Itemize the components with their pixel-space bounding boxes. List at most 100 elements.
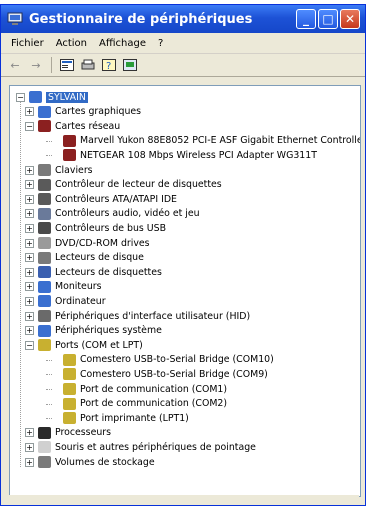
port-icon <box>63 368 76 381</box>
tree-item-volumes-de-stockage[interactable]: + Volumes de stockage <box>25 455 155 469</box>
cpu-icon <box>38 426 51 439</box>
expand-icon[interactable]: + <box>25 107 34 117</box>
print-icon[interactable] <box>80 57 96 73</box>
tree-item-p-riph-riques-d-interface-utilisateur-hi[interactable]: + Périphériques d'interface utilisateur (… <box>25 309 250 323</box>
status-bar <box>9 495 359 505</box>
tree-connector-line <box>46 418 52 420</box>
menu-bar: Fichier Action Affichage ? <box>1 33 365 54</box>
expand-icon[interactable]: + <box>25 165 34 175</box>
display-icon <box>38 105 51 118</box>
computer-icon <box>38 295 51 308</box>
properties-icon[interactable] <box>59 57 75 73</box>
tree-connector-line <box>46 374 52 376</box>
tree-root[interactable]: − SYLVAIN <box>16 90 88 104</box>
mouse-icon <box>38 441 51 454</box>
expand-icon[interactable]: + <box>25 194 34 204</box>
expand-icon[interactable]: + <box>25 209 34 219</box>
tree-item-label: Contrôleurs ATA/ATAPI IDE <box>55 193 177 205</box>
monitor-icon <box>38 280 51 293</box>
tree-item-label: Moniteurs <box>55 281 102 293</box>
tree-item-dvd-cd-rom-drives[interactable]: + DVD/CD-ROM drives <box>25 236 150 250</box>
menu-action[interactable]: Action <box>50 38 93 49</box>
tree-item-comestero-usb-to-serial-bridge-com9[interactable]: Comestero USB-to-Serial Bridge (COM9) <box>50 367 268 381</box>
expand-icon[interactable]: + <box>25 253 34 263</box>
tree-item-label: Périphériques système <box>55 325 162 337</box>
tree-connector-line <box>46 359 52 361</box>
system-icon <box>38 324 51 337</box>
forward-icon[interactable]: → <box>28 57 44 73</box>
tree-item-label: DVD/CD-ROM drives <box>55 237 150 249</box>
tree-item-p-riph-riques-syst-me[interactable]: + Périphériques système <box>25 324 162 338</box>
tree-item-contr-leurs-de-bus-usb[interactable]: + Contrôleurs de bus USB <box>25 221 166 235</box>
tree-item-ordinateur[interactable]: + Ordinateur <box>25 294 106 308</box>
tree-connector-line <box>46 140 52 142</box>
expand-icon[interactable]: + <box>25 267 34 277</box>
tree-item-cartes-r-seau[interactable]: − Cartes réseau <box>25 119 120 133</box>
tree-item-label: Comestero USB-to-Serial Bridge (COM9) <box>80 368 268 380</box>
expand-icon[interactable]: + <box>25 238 34 248</box>
maximize-button[interactable]: □ <box>318 9 338 29</box>
tree-item-contr-leurs-audio-vid-o-et-jeu[interactable]: + Contrôleurs audio, vidéo et jeu <box>25 207 200 221</box>
tree-item-lecteurs-de-disquettes[interactable]: + Lecteurs de disquettes <box>25 265 162 279</box>
scan-icon[interactable] <box>122 57 138 73</box>
collapse-icon[interactable]: − <box>16 92 25 102</box>
title-bar[interactable]: Gestionnaire de périphériques _ □ ✕ <box>1 5 365 33</box>
port-icon <box>63 412 76 425</box>
device-tree[interactable]: − SYLVAIN + Cartes graphiques − Cartes réseau… <box>9 85 361 497</box>
menu-help[interactable]: ? <box>152 38 169 49</box>
tree-item-contr-leurs-ata-atapi-ide[interactable]: + Contrôleurs ATA/ATAPI IDE <box>25 192 177 206</box>
help-icon[interactable]: ? <box>101 57 117 73</box>
expand-icon[interactable]: + <box>25 311 34 321</box>
tree-item-port-imprimante-lpt1[interactable]: Port imprimante (LPT1) <box>50 411 189 425</box>
tree-item-label: Marvell Yukon 88E8052 PCI-E ASF Gigabit … <box>80 135 361 147</box>
expand-icon[interactable]: + <box>25 326 34 336</box>
collapse-icon[interactable]: − <box>25 121 34 131</box>
tree-item-contr-leur-de-lecteur-de-disquettes[interactable]: + Contrôleur de lecteur de disquettes <box>25 178 222 192</box>
tree-item-label: Port de communication (COM2) <box>80 398 228 410</box>
expand-icon[interactable]: + <box>25 428 34 438</box>
tree-item-claviers[interactable]: + Claviers <box>25 163 93 177</box>
svg-text:?: ? <box>106 61 111 71</box>
expand-icon[interactable]: + <box>25 296 34 306</box>
tree-item-cartes-graphiques[interactable]: + Cartes graphiques <box>25 105 141 119</box>
expand-icon[interactable]: + <box>25 282 34 292</box>
tree-item-souris-et-autres-p-riph-riques-de-pointa[interactable]: + Souris et autres périphériques de point… <box>25 440 256 454</box>
minimize-button[interactable]: _ <box>296 9 316 29</box>
tree-item-lecteurs-de-disque[interactable]: + Lecteurs de disque <box>25 251 144 265</box>
usb-icon <box>38 222 51 235</box>
tree-item-netgear-108-mbps-wireless-pci-adapter-wg[interactable]: NETGEAR 108 Mbps Wireless PCI Adapter WG… <box>50 148 317 162</box>
disk-icon <box>38 251 51 264</box>
tree-item-label: Lecteurs de disque <box>55 252 144 264</box>
menu-fichier[interactable]: Fichier <box>5 38 50 49</box>
root-icon <box>29 91 42 103</box>
tree-item-label: Lecteurs de disquettes <box>55 266 162 278</box>
tree-item-label: Cartes graphiques <box>55 106 142 118</box>
tree-item-ports-com-et-lpt[interactable]: − Ports (COM et LPT) <box>25 338 143 352</box>
tree-item-comestero-usb-to-serial-bridge-com10[interactable]: Comestero USB-to-Serial Bridge (COM10) <box>50 353 274 367</box>
tree-guide-line <box>20 102 21 467</box>
tree-item-processeurs[interactable]: + Processeurs <box>25 426 111 440</box>
tree-item-port-de-communication-com1[interactable]: Port de communication (COM1) <box>50 382 227 396</box>
tree-item-marvell-yukon-88e8052-pci-e-asf-gigabit-[interactable]: Marvell Yukon 88E8052 PCI-E ASF Gigabit … <box>50 134 361 148</box>
tree-item-label: Port de communication (COM1) <box>80 383 228 395</box>
expand-icon[interactable]: + <box>25 457 34 467</box>
tree-item-label: Port imprimante (LPT1) <box>80 412 189 424</box>
toolbar-separator <box>51 57 52 73</box>
collapse-icon[interactable]: − <box>25 340 34 350</box>
expand-icon[interactable]: + <box>25 180 34 190</box>
tree-item-moniteurs[interactable]: + Moniteurs <box>25 280 102 294</box>
tree-item-port-de-communication-com2[interactable]: Port de communication (COM2) <box>50 397 227 411</box>
tree-item-label: Contrôleur de lecteur de disquettes <box>55 179 222 191</box>
keyboard-icon <box>38 164 51 176</box>
controller-icon <box>38 193 51 206</box>
expand-icon[interactable]: + <box>25 223 34 233</box>
tree-item-label: Périphériques d'interface utilisateur (H… <box>55 310 251 322</box>
cd-icon <box>38 237 51 249</box>
expand-icon[interactable]: + <box>25 442 34 452</box>
network-icon <box>63 134 76 147</box>
close-button[interactable]: ✕ <box>340 9 360 29</box>
menu-affichage[interactable]: Affichage <box>93 38 152 49</box>
volume-icon <box>38 456 51 468</box>
back-icon[interactable]: ← <box>7 57 23 73</box>
hid-icon <box>38 310 51 322</box>
